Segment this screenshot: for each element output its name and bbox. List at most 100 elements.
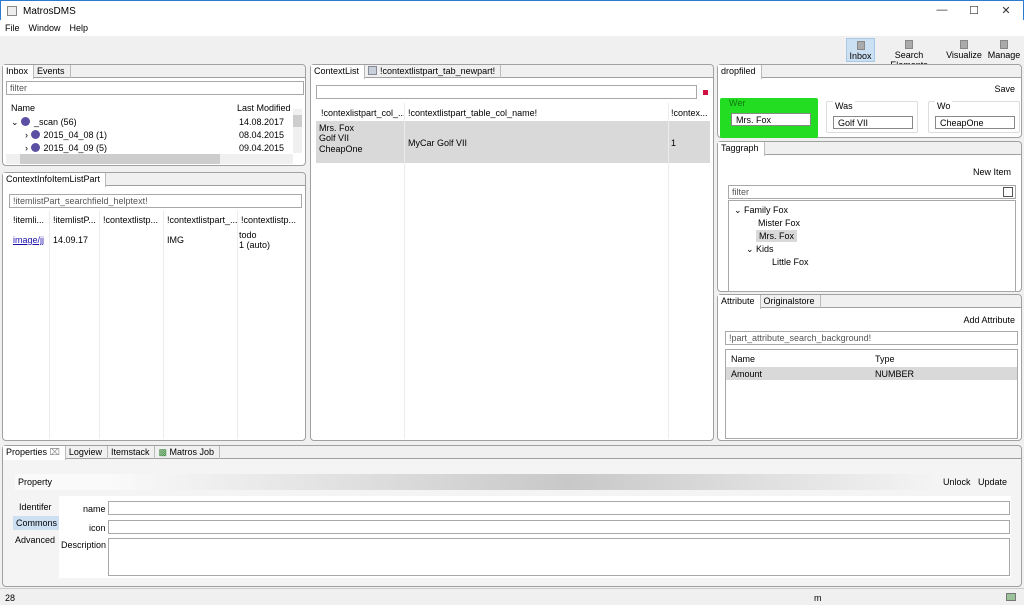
tab-matros-job[interactable]: ▩ Matros Job bbox=[155, 446, 220, 459]
properties-part: Properties ⌧LogviewItemstack▩ Matros Job… bbox=[2, 445, 1022, 587]
close-button[interactable]: ✕ bbox=[991, 4, 1021, 17]
item-type: IMG bbox=[167, 235, 184, 245]
new-item-button[interactable]: New Item bbox=[973, 167, 1011, 177]
folder-icon bbox=[21, 117, 30, 126]
tab-newpart[interactable]: !contextlistpart_tab_newpart! bbox=[365, 65, 501, 78]
inbox-filter-input[interactable]: filter bbox=[6, 81, 304, 95]
icon-input[interactable] bbox=[108, 520, 1010, 534]
table-row[interactable] bbox=[316, 121, 710, 163]
document-icon bbox=[1000, 40, 1008, 49]
section-identifer[interactable]: Identifer bbox=[19, 502, 52, 512]
tab-itemstack[interactable]: Itemstack bbox=[108, 446, 156, 459]
col[interactable]: !itemlistP... bbox=[53, 215, 96, 225]
vertical-scrollbar[interactable] bbox=[293, 109, 302, 153]
node-label: Kids bbox=[756, 244, 774, 254]
tab-inbox[interactable]: Inbox bbox=[3, 65, 34, 79]
row-name: 2015_04_09 (5) bbox=[44, 143, 108, 153]
add-attribute-button[interactable]: Add Attribute bbox=[963, 315, 1015, 325]
tree-row[interactable]: › 2015_04_08 (1) bbox=[25, 130, 107, 140]
tab-logview[interactable]: Logview bbox=[66, 446, 108, 459]
menu-file[interactable]: File bbox=[0, 20, 24, 33]
col-last-modified[interactable]: Last Modified bbox=[237, 103, 291, 113]
tree-row[interactable]: ⌄ _scan (56) bbox=[11, 117, 77, 128]
tree-node[interactable]: Little Fox bbox=[772, 257, 809, 267]
status-bar: 28 m bbox=[0, 588, 1024, 605]
maximize-button[interactable]: ☐ bbox=[959, 4, 989, 17]
label: Inbox bbox=[849, 51, 871, 61]
cell-count: 1 bbox=[671, 138, 676, 148]
tab-label: Matros Job bbox=[170, 447, 215, 457]
attribute-part: AttributeOriginalstore Add Attribute !pa… bbox=[717, 294, 1022, 441]
save-button[interactable]: Save bbox=[994, 84, 1015, 94]
tab-taggraph[interactable]: Taggraph bbox=[718, 142, 765, 156]
status-mid: m bbox=[814, 593, 822, 603]
wer-input[interactable]: Mrs. Fox bbox=[731, 113, 811, 126]
item-link[interactable]: image/jj bbox=[13, 235, 44, 245]
col[interactable]: !contextlistp... bbox=[103, 215, 158, 225]
description-label: Description bbox=[61, 540, 106, 550]
checkbox[interactable] bbox=[1003, 187, 1013, 197]
tab-attribute[interactable]: Attribute bbox=[718, 295, 761, 309]
property-title: Property bbox=[18, 477, 52, 487]
minimize-button[interactable]: — bbox=[927, 4, 957, 16]
col-type[interactable]: Type bbox=[875, 354, 895, 364]
update-button[interactable]: Update bbox=[978, 477, 1007, 487]
col[interactable]: !itemli... bbox=[13, 215, 44, 225]
close-icon[interactable]: ⌧ bbox=[50, 447, 60, 457]
tab-itemlist[interactable]: ContextInfoItemListPart bbox=[3, 173, 106, 187]
section-advanced[interactable]: Advanced bbox=[15, 535, 55, 545]
tree-node[interactable]: Mister Fox bbox=[758, 218, 800, 228]
col[interactable]: !contextlistp... bbox=[241, 215, 296, 225]
status-left: 28 bbox=[5, 593, 15, 603]
tab-contextlist[interactable]: ContextList bbox=[311, 65, 365, 79]
document-icon bbox=[960, 40, 968, 49]
icon-label: icon bbox=[89, 523, 106, 533]
perspective-manage[interactable]: Manage bbox=[986, 38, 1022, 62]
perspective-toolbar: Inbox Search Elements Visualize Manage bbox=[0, 36, 1024, 63]
perspective-search-elements[interactable]: Search Elements bbox=[876, 38, 942, 62]
col[interactable]: !contex... bbox=[671, 108, 708, 118]
col[interactable]: !contexlistpart_col_... bbox=[321, 108, 406, 118]
wer-label: Wer bbox=[727, 98, 747, 108]
label: Visualize bbox=[946, 50, 982, 60]
description-input[interactable] bbox=[108, 538, 1010, 576]
col-name[interactable]: Name bbox=[731, 354, 755, 364]
wo-input[interactable]: CheapOne bbox=[935, 116, 1015, 129]
col[interactable]: !contextlistpart_... bbox=[167, 215, 238, 225]
tab-originalstore[interactable]: Originalstore bbox=[761, 295, 821, 308]
name-input[interactable] bbox=[108, 501, 1010, 515]
section-commons[interactable]: Commons bbox=[13, 516, 60, 530]
itemlist-search-input[interactable]: !itemlistPart_searchfield_helptext! bbox=[9, 194, 302, 208]
tab-events[interactable]: Events bbox=[34, 65, 71, 78]
title-bar: MatrosDMS — ☐ ✕ bbox=[0, 0, 1024, 20]
tree-node-selected[interactable]: Mrs. Fox bbox=[756, 230, 797, 242]
menu-help[interactable]: Help bbox=[65, 20, 93, 33]
tree-node[interactable]: ⌄ Family Fox bbox=[734, 205, 788, 216]
taggraph-filter-input[interactable]: filter bbox=[728, 185, 1016, 199]
col[interactable]: !contextlistpart_table_col_name! bbox=[408, 108, 537, 118]
attribute-search-input[interactable]: !part_attribute_search_background! bbox=[725, 331, 1018, 345]
property-header: Property bbox=[15, 474, 937, 490]
table-row[interactable] bbox=[726, 367, 1017, 380]
tree-row[interactable]: › 2015_04_09 (5) bbox=[25, 143, 107, 153]
tab-dropfiled[interactable]: dropfiled bbox=[718, 65, 762, 79]
dropfiled-part: dropfiled Save WerMrs. Fox WasGolf VII W… bbox=[717, 64, 1022, 138]
was-group: WasGolf VII bbox=[826, 101, 918, 133]
item-count: 1 (auto) bbox=[239, 240, 270, 250]
job-status-icon[interactable] bbox=[1006, 593, 1016, 601]
unlock-button[interactable]: Unlock bbox=[943, 477, 971, 487]
cell-name: MyCar Golf VII bbox=[408, 138, 467, 148]
attr-type: NUMBER bbox=[875, 369, 914, 379]
tree-node[interactable]: ⌄ Kids bbox=[746, 244, 774, 255]
was-input[interactable]: Golf VII bbox=[833, 116, 913, 129]
cell-wo: CheapOne bbox=[319, 144, 363, 154]
tab-properties[interactable]: Properties ⌧ bbox=[3, 446, 66, 460]
menu-window[interactable]: Window bbox=[24, 20, 65, 33]
horizontal-scrollbar[interactable] bbox=[6, 154, 293, 164]
perspective-visualize[interactable]: Visualize bbox=[944, 38, 984, 62]
document-icon bbox=[857, 41, 865, 50]
col-name[interactable]: Name bbox=[11, 103, 35, 113]
clear-icon[interactable] bbox=[703, 90, 708, 95]
contextlist-search-input[interactable] bbox=[316, 85, 697, 99]
perspective-inbox[interactable]: Inbox bbox=[846, 38, 875, 62]
